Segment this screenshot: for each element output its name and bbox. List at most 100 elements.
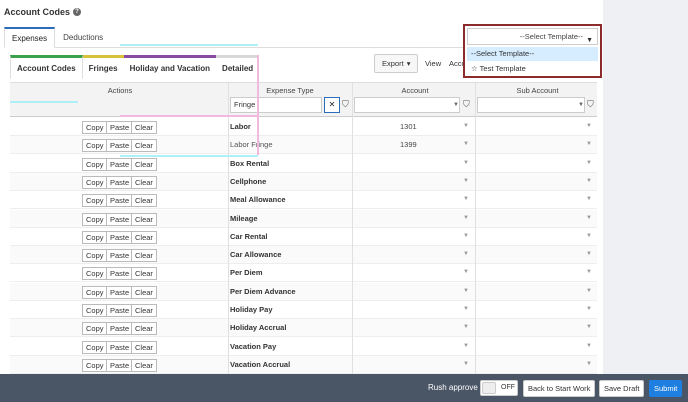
expense-type-cell: Mileage (230, 213, 258, 223)
clear-button[interactable]: Clear (131, 304, 157, 317)
clear-button[interactable]: Clear (131, 139, 157, 153)
account-filter-icon[interactable]: ⛉ (463, 99, 471, 110)
account-dropdown-icon[interactable]: ▼ (463, 306, 469, 312)
account-dropdown-icon[interactable]: ▼ (463, 269, 469, 275)
rush-approve-toggle[interactable]: OFF (480, 380, 518, 396)
account-dropdown-icon[interactable]: ▼ (463, 178, 469, 184)
paste-button[interactable]: Paste (106, 121, 134, 134)
copy-button[interactable]: Copy (82, 249, 108, 263)
paste-button[interactable]: Paste (106, 157, 134, 171)
account-cell[interactable]: 1301 (400, 122, 417, 131)
clear-button[interactable]: Clear (131, 322, 157, 336)
copy-button[interactable]: Copy (82, 285, 108, 299)
save-draft-button[interactable]: Save Draft (599, 380, 645, 397)
paste-button[interactable]: Paste (106, 285, 134, 299)
account-dropdown-icon[interactable]: ▼ (463, 196, 469, 202)
paste-button[interactable]: Paste (106, 322, 134, 336)
template-option-test[interactable]: ☆ Test Template (467, 62, 598, 76)
copy-button[interactable]: Copy (82, 304, 108, 317)
copy-button[interactable]: Copy (82, 340, 108, 354)
subtab-holiday-vacation[interactable]: Holiday and Vacation (123, 55, 217, 79)
expense-type-cell: Box Rental (230, 158, 270, 168)
sub-account-dropdown-icon[interactable]: ▼ (586, 233, 592, 239)
copy-button[interactable]: Copy (82, 194, 108, 208)
paste-button[interactable]: Paste (106, 212, 134, 226)
clear-button[interactable]: Clear (131, 157, 157, 171)
paste-button[interactable]: Paste (106, 304, 134, 317)
copy-button[interactable]: Copy (82, 121, 108, 134)
paste-button[interactable]: Paste (106, 230, 134, 244)
copy-button[interactable]: Copy (82, 157, 108, 171)
clear-button[interactable]: Clear (131, 194, 157, 208)
clear-filter-icon[interactable]: ✕ (324, 97, 340, 113)
subtab-account-codes[interactable]: Account Codes (10, 55, 83, 79)
copy-button[interactable]: Copy (82, 212, 108, 226)
paste-button[interactable]: Paste (106, 340, 134, 354)
copy-button[interactable]: Copy (82, 230, 108, 244)
clear-button[interactable]: Clear (131, 249, 157, 263)
back-to-start-work-button[interactable]: Back to Start Work (523, 380, 596, 397)
clear-button[interactable]: Clear (131, 121, 157, 134)
paste-button[interactable]: Paste (106, 194, 134, 208)
sub-account-dropdown-icon[interactable]: ▼ (586, 288, 592, 294)
sub-account-dropdown-icon[interactable]: ▼ (586, 306, 592, 312)
sub-account-dropdown-icon[interactable]: ▼ (586, 160, 592, 166)
copy-button[interactable]: Copy (82, 358, 108, 372)
template-option-select[interactable]: --Select Template-- (467, 47, 598, 61)
sub-account-filter-icon[interactable]: ⛉ (587, 99, 595, 110)
account-dropdown-icon[interactable]: ▼ (463, 361, 469, 367)
account-dropdown-icon[interactable]: ▼ (463, 141, 469, 147)
sub-account-dropdown-icon[interactable]: ▼ (586, 123, 592, 129)
sub-account-dropdown-icon[interactable]: ▼ (586, 178, 592, 184)
account-filter-select[interactable] (354, 97, 460, 113)
sub-account-dropdown-icon[interactable]: ▼ (586, 251, 592, 257)
account-dropdown-icon[interactable]: ▼ (463, 343, 469, 349)
clear-button[interactable]: Clear (131, 358, 157, 372)
copy-button[interactable]: Copy (82, 139, 108, 153)
paste-button[interactable]: Paste (106, 249, 134, 263)
paste-button[interactable]: Paste (106, 267, 134, 281)
account-dropdown-icon[interactable]: ▼ (463, 215, 469, 221)
account-dropdown-icon[interactable]: ▼ (463, 288, 469, 294)
help-icon[interactable]: ? (73, 8, 82, 16)
subtab-fringes[interactable]: Fringes (82, 55, 124, 79)
sub-account-dropdown-icon[interactable]: ▼ (586, 361, 592, 367)
clear-button[interactable]: Clear (131, 267, 157, 281)
sub-account-dropdown-icon[interactable]: ▼ (586, 343, 592, 349)
expense-type-filter-input[interactable]: Fringe (230, 97, 322, 113)
expense-type-cell: Vacation Pay (230, 341, 277, 351)
paste-button[interactable]: Paste (106, 139, 134, 153)
clear-button[interactable]: Clear (131, 212, 157, 226)
copy-button[interactable]: Copy (82, 322, 108, 336)
account-dropdown-icon[interactable]: ▼ (463, 324, 469, 330)
account-dropdown-icon[interactable]: ▼ (463, 160, 469, 166)
copy-button[interactable]: Copy (82, 267, 108, 281)
clear-button[interactable]: Clear (131, 230, 157, 244)
tab-expenses[interactable]: Expenses (4, 27, 56, 48)
account-dropdown-icon[interactable]: ▼ (463, 251, 469, 257)
account-cell[interactable]: 1399 (400, 140, 417, 149)
export-button[interactable]: Export ▾ (374, 54, 419, 73)
account-dropdown-icon[interactable]: ▼ (463, 233, 469, 239)
subtab-detailed[interactable]: Detailed (216, 55, 260, 79)
view-label[interactable]: View (425, 59, 441, 68)
template-select[interactable]: --Select Template-- ▼ (467, 28, 598, 45)
sub-account-dropdown-icon[interactable]: ▼ (586, 269, 592, 275)
clear-button[interactable]: Clear (131, 340, 157, 354)
paste-button[interactable]: Paste (106, 175, 134, 189)
expense-type-cell: Meal Allowance (230, 195, 286, 205)
account-dropdown-icon[interactable]: ▼ (463, 123, 469, 129)
paste-button[interactable]: Paste (106, 358, 134, 372)
clear-button[interactable]: Clear (131, 285, 157, 299)
filter-icon[interactable]: ⛉ (342, 99, 350, 110)
sub-account-dropdown-icon[interactable]: ▼ (586, 141, 592, 147)
table-row: Copy Paste Clear Vacation Pay ▼ ▼ (10, 338, 597, 356)
sub-account-filter-select[interactable] (477, 97, 585, 113)
sub-account-dropdown-icon[interactable]: ▼ (586, 215, 592, 221)
tab-deductions[interactable]: Deductions (55, 27, 111, 48)
copy-button[interactable]: Copy (82, 175, 108, 189)
sub-account-dropdown-icon[interactable]: ▼ (586, 196, 592, 202)
clear-button[interactable]: Clear (131, 175, 157, 189)
submit-button[interactable]: Submit (649, 380, 683, 397)
sub-account-dropdown-icon[interactable]: ▼ (586, 324, 592, 330)
